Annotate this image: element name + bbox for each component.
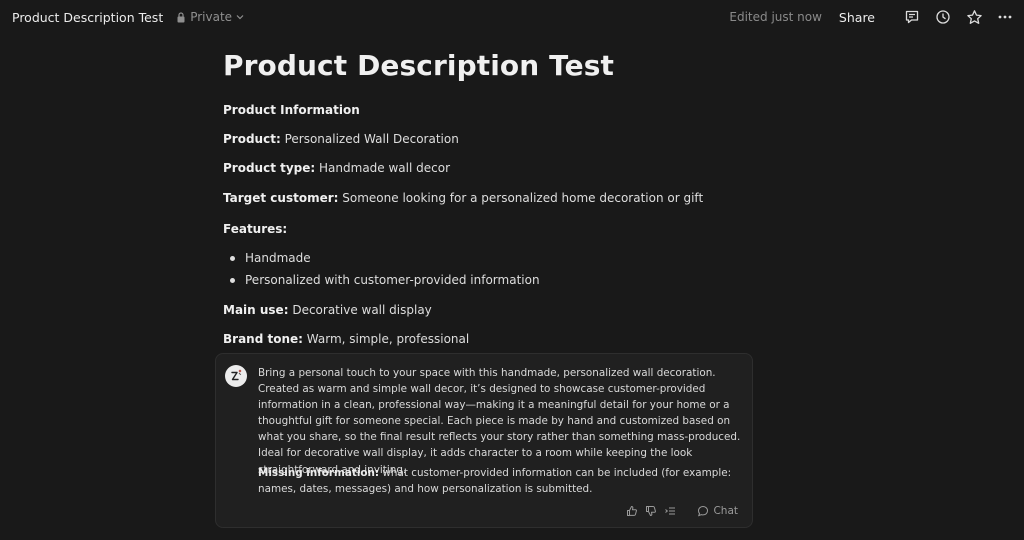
share-button[interactable]: Share xyxy=(839,10,875,25)
product-type-label: Product type: xyxy=(223,161,316,175)
ai-response-card: Bring a personal touch to your space wit… xyxy=(215,353,753,528)
chat-icon xyxy=(698,505,709,517)
page-title[interactable]: Product Description Test xyxy=(223,48,783,84)
main-use-label: Main use: xyxy=(223,303,289,317)
ai-avatar-icon xyxy=(225,365,247,387)
edited-status: Edited just now xyxy=(729,10,822,24)
main-use-value: Decorative wall display xyxy=(292,303,432,317)
more-icon[interactable] xyxy=(996,8,1014,26)
privacy-selector[interactable]: Private xyxy=(176,10,248,24)
features-label: Features: xyxy=(223,222,288,236)
document-body: Product Description Test Product Informa… xyxy=(223,48,783,346)
page-breadcrumb-title[interactable]: Product Description Test xyxy=(12,10,163,25)
lock-icon xyxy=(177,11,185,22)
product-value: Personalized Wall Decoration xyxy=(284,132,459,146)
top-bar-actions: Edited just now Share xyxy=(729,0,1014,34)
main-use-line[interactable]: Main use: Decorative wall display xyxy=(223,302,432,318)
section-heading[interactable]: Product Information xyxy=(223,102,360,118)
star-icon[interactable] xyxy=(965,8,983,26)
product-type-value: Handmade wall decor xyxy=(319,161,451,175)
comment-icon[interactable] xyxy=(903,8,921,26)
features-heading[interactable]: Features: xyxy=(223,221,287,237)
brand-tone-line[interactable]: Brand tone: Warm, simple, professional xyxy=(223,331,469,347)
privacy-label: Private xyxy=(190,10,233,24)
missing-information: Missing information: what customer-provi… xyxy=(258,465,742,497)
product-type-line[interactable]: Product type: Handmade wall decor xyxy=(223,160,450,176)
thumbs-up-icon[interactable] xyxy=(625,504,639,518)
brand-tone-value: Warm, simple, professional xyxy=(306,332,470,346)
insert-icon[interactable] xyxy=(663,504,677,518)
list-item[interactable]: Personalized with customer-provided info… xyxy=(230,272,540,288)
chevron-down-icon xyxy=(236,15,244,20)
target-customer-line[interactable]: Target customer: Someone looking for a p… xyxy=(223,190,703,206)
target-customer-label: Target customer: xyxy=(223,191,339,205)
ai-response-text: Bring a personal touch to your space wit… xyxy=(258,367,741,476)
ai-response-actions: Chat xyxy=(620,504,738,518)
missing-information-label: Missing information: xyxy=(258,467,380,479)
section-heading-text: Product Information xyxy=(223,103,360,117)
top-bar: Product Description Test Private Edited … xyxy=(0,0,1024,34)
history-icon[interactable] xyxy=(934,8,952,26)
chat-button[interactable]: Chat xyxy=(697,505,738,517)
target-customer-value: Someone looking for a personalized home … xyxy=(342,191,704,205)
product-line[interactable]: Product: Personalized Wall Decoration xyxy=(223,131,459,147)
list-item[interactable]: Handmade xyxy=(230,250,311,266)
chat-label: Chat xyxy=(713,505,738,517)
brand-tone-label: Brand tone: xyxy=(223,332,303,346)
product-label: Product: xyxy=(223,132,281,146)
thumbs-down-icon[interactable] xyxy=(644,504,658,518)
